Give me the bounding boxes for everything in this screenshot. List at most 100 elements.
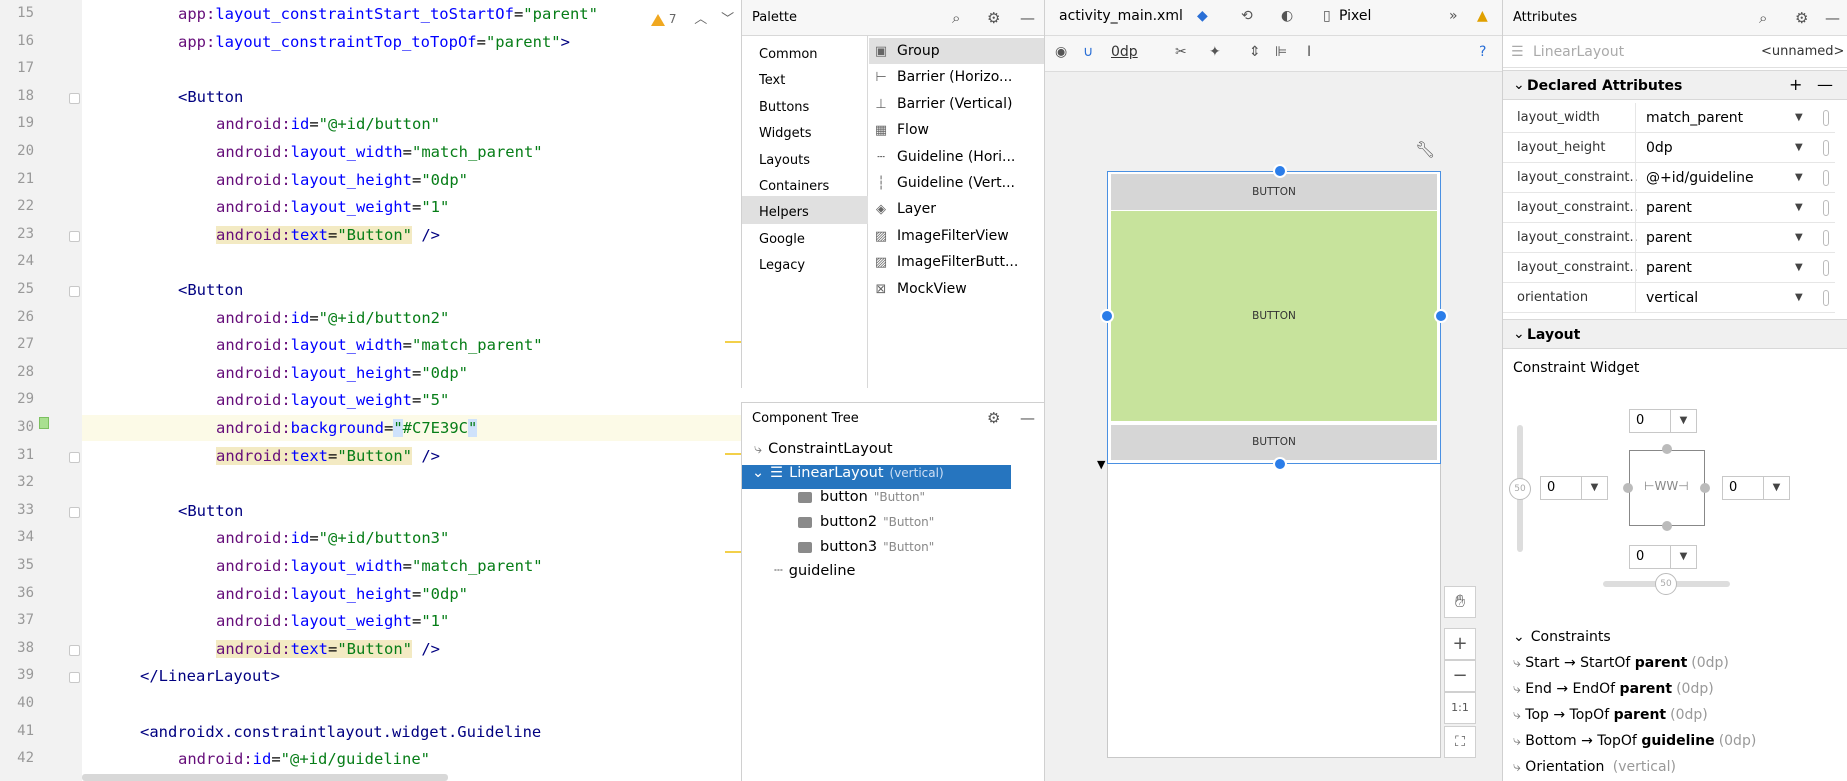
horizontal-bias-knob[interactable]: 50 (1655, 573, 1677, 595)
palette-category-common[interactable]: Common (742, 38, 868, 66)
palette-item[interactable]: ▨ ImageFilterView (869, 223, 1045, 249)
code-line[interactable]: android:layout_height="0dp" (82, 360, 741, 386)
default-margin[interactable]: 0dp (1111, 44, 1138, 60)
code-line[interactable]: android:id="@+id/button2" (82, 305, 741, 331)
dropdown-icon[interactable]: ▼ (1795, 232, 1803, 243)
tree-item-button3[interactable]: button3 "Button" (798, 539, 1058, 563)
inspection-widget[interactable]: 7 ︿ ﹀ (651, 8, 741, 28)
resource-picker-icon[interactable] (1823, 290, 1829, 306)
code-line[interactable]: android:text="Button" /> (82, 443, 741, 469)
bottom-constraint-handle[interactable] (1662, 521, 1672, 531)
constraint-row[interactable]: ⤷ Bottom → TopOf guideline (0dp) (1513, 733, 1756, 749)
align-icon[interactable]: ⊫ (1275, 44, 1287, 60)
constraint-row[interactable]: ⤷ End → EndOf parent (0dp) (1513, 681, 1714, 697)
code-editor[interactable]: 15 16 17 18 19 20 21 22 23 24 25 26 27 28 29 30 31 32 33 34… (0, 0, 741, 781)
fold-icon[interactable] (69, 506, 80, 518)
right-anchor-handle[interactable] (1434, 309, 1448, 323)
code-line[interactable] (82, 470, 741, 496)
color-swatch-icon[interactable] (39, 417, 49, 429)
margin-start-field[interactable]: 0 ▼ (1540, 476, 1608, 500)
dropdown-icon[interactable]: ▼ (1795, 142, 1803, 153)
collapse-icon[interactable]: ⌄ (752, 465, 764, 481)
orientation-icon[interactable]: ⟲ (1241, 8, 1253, 24)
attribute-value-field[interactable]: match_parent (1635, 103, 1835, 132)
code-line[interactable]: android:text="Button" /> (82, 636, 741, 662)
minimize-icon[interactable]: — (1825, 9, 1840, 27)
constraints-header[interactable]: ⌄ Constraints (1513, 629, 1611, 645)
change-marker[interactable] (725, 341, 741, 343)
palette-category-google[interactable]: Google (742, 223, 868, 251)
wrench-icon[interactable]: 🔧︎ (1415, 140, 1435, 159)
tree-item-linearlayout[interactable]: ⌄ ☰ LinearLayout (vertical) (742, 465, 1011, 489)
dropdown-icon[interactable]: ▼ (1795, 172, 1803, 183)
margin-top-field[interactable]: 0 ▼ (1629, 409, 1697, 433)
remove-icon[interactable]: — (1817, 75, 1833, 94)
guidelines-icon[interactable]: I (1307, 44, 1311, 60)
pack-icon[interactable]: ⇕ (1249, 44, 1261, 60)
fold-icon[interactable] (69, 286, 80, 297)
attribute-value-field[interactable]: parent (1635, 193, 1835, 222)
palette-category-legacy[interactable]: Legacy (742, 249, 868, 277)
attribute-row[interactable]: layout_constraint... @+id/guideline ▼ (1503, 163, 1835, 193)
palette-category-containers[interactable]: Containers (742, 170, 868, 198)
left-anchor-handle[interactable] (1100, 309, 1114, 323)
tree-item-guideline[interactable]: ┄ guideline (774, 563, 994, 587)
help-icon[interactable]: ? (1479, 44, 1486, 60)
button-preview[interactable]: BUTTON (1111, 174, 1437, 210)
code-line[interactable]: android:layout_weight="1" (82, 608, 741, 634)
minimize-icon[interactable]: — (1020, 9, 1035, 27)
top-constraint-handle[interactable] (1662, 444, 1672, 454)
start-constraint-handle[interactable] (1623, 483, 1633, 493)
dropdown-icon[interactable]: ▼ (1795, 112, 1803, 123)
palette-item[interactable]: ▣ Group (869, 38, 1045, 64)
id-field[interactable]: <unnamed> (1761, 44, 1844, 59)
resource-picker-icon[interactable] (1823, 230, 1829, 246)
search-icon[interactable]: ⌕ (1759, 9, 1767, 27)
attribute-row[interactable]: layout_constraint... parent ▼ (1503, 253, 1835, 283)
zoom-actual-button[interactable]: 1:1 (1444, 692, 1476, 724)
magnet-icon[interactable]: ∪ (1083, 44, 1093, 60)
button3-preview[interactable]: BUTTON (1111, 425, 1437, 460)
constraint-row[interactable]: ⤷ Orientation (vertical) (1513, 759, 1676, 775)
attribute-row[interactable]: orientation vertical ▼ (1503, 283, 1835, 313)
design-surface[interactable]: activity_main.xml ◆ ⟲ ◐ ▯ Pixel » ▲ ◉ ∪ … (1044, 0, 1503, 781)
attribute-value-field[interactable]: @+id/guideline (1635, 163, 1835, 192)
code-line[interactable]: <Button (82, 277, 741, 303)
code-line[interactable]: </LinearLayout> (82, 663, 741, 689)
declared-attributes-section[interactable]: ⌄ Declared Attributes + — (1503, 70, 1847, 100)
eye-icon[interactable]: ◉ (1055, 44, 1067, 60)
attribute-row[interactable]: layout_constraint... parent ▼ (1503, 223, 1835, 253)
attribute-row[interactable]: layout_width match_parent ▼ (1503, 103, 1835, 133)
code-line[interactable]: android:layout_weight="5" (82, 387, 741, 413)
palette-item[interactable]: ▨ ImageFilterButt... (869, 249, 1045, 275)
minimize-icon[interactable]: — (1020, 409, 1035, 427)
margin-end-field[interactable]: 0 ▼ (1722, 476, 1790, 500)
change-marker[interactable] (725, 551, 741, 553)
palette-item[interactable]: ┄ Guideline (Hori... (869, 144, 1045, 170)
layers-icon[interactable]: ◆ (1197, 8, 1208, 24)
dropdown-icon[interactable]: ▼ (1795, 292, 1803, 303)
palette-item[interactable]: ⊥ Barrier (Vertical) (869, 91, 1045, 117)
fold-icon[interactable] (69, 644, 80, 656)
code-line[interactable]: android:text="Button" /> (82, 222, 741, 248)
layout-section[interactable]: ⌄ Layout (1503, 319, 1847, 349)
code-line[interactable] (82, 56, 741, 82)
resource-picker-icon[interactable] (1823, 170, 1829, 186)
zoom-fit-button[interactable]: ⛶ (1444, 726, 1476, 758)
code-line[interactable]: android:layout_height="0dp" (82, 167, 741, 193)
gear-icon[interactable]: ⚙ (987, 409, 1000, 427)
code-line[interactable]: android:id="@+id/button3" (82, 525, 741, 551)
dropdown-icon[interactable]: ▼ (1795, 202, 1803, 213)
search-icon[interactable]: ⌕ (952, 9, 960, 27)
code-line[interactable]: app:layout_constraintStart_toStartOf="pa… (82, 1, 741, 27)
end-constraint-handle[interactable] (1700, 483, 1710, 493)
prev-highlight-icon[interactable]: ︿ (694, 12, 707, 27)
palette-item[interactable]: ┆ Guideline (Vert... (869, 170, 1045, 196)
code-line[interactable]: android:layout_weight="1" (82, 194, 741, 220)
fold-icon[interactable] (69, 672, 80, 684)
warning-icon[interactable]: ▲ (1477, 8, 1488, 24)
code-line[interactable]: <Button (82, 84, 741, 110)
add-icon[interactable]: + (1789, 75, 1802, 94)
attribute-value-field[interactable]: vertical (1635, 283, 1835, 312)
attribute-value-field[interactable]: 0dp (1635, 133, 1835, 162)
